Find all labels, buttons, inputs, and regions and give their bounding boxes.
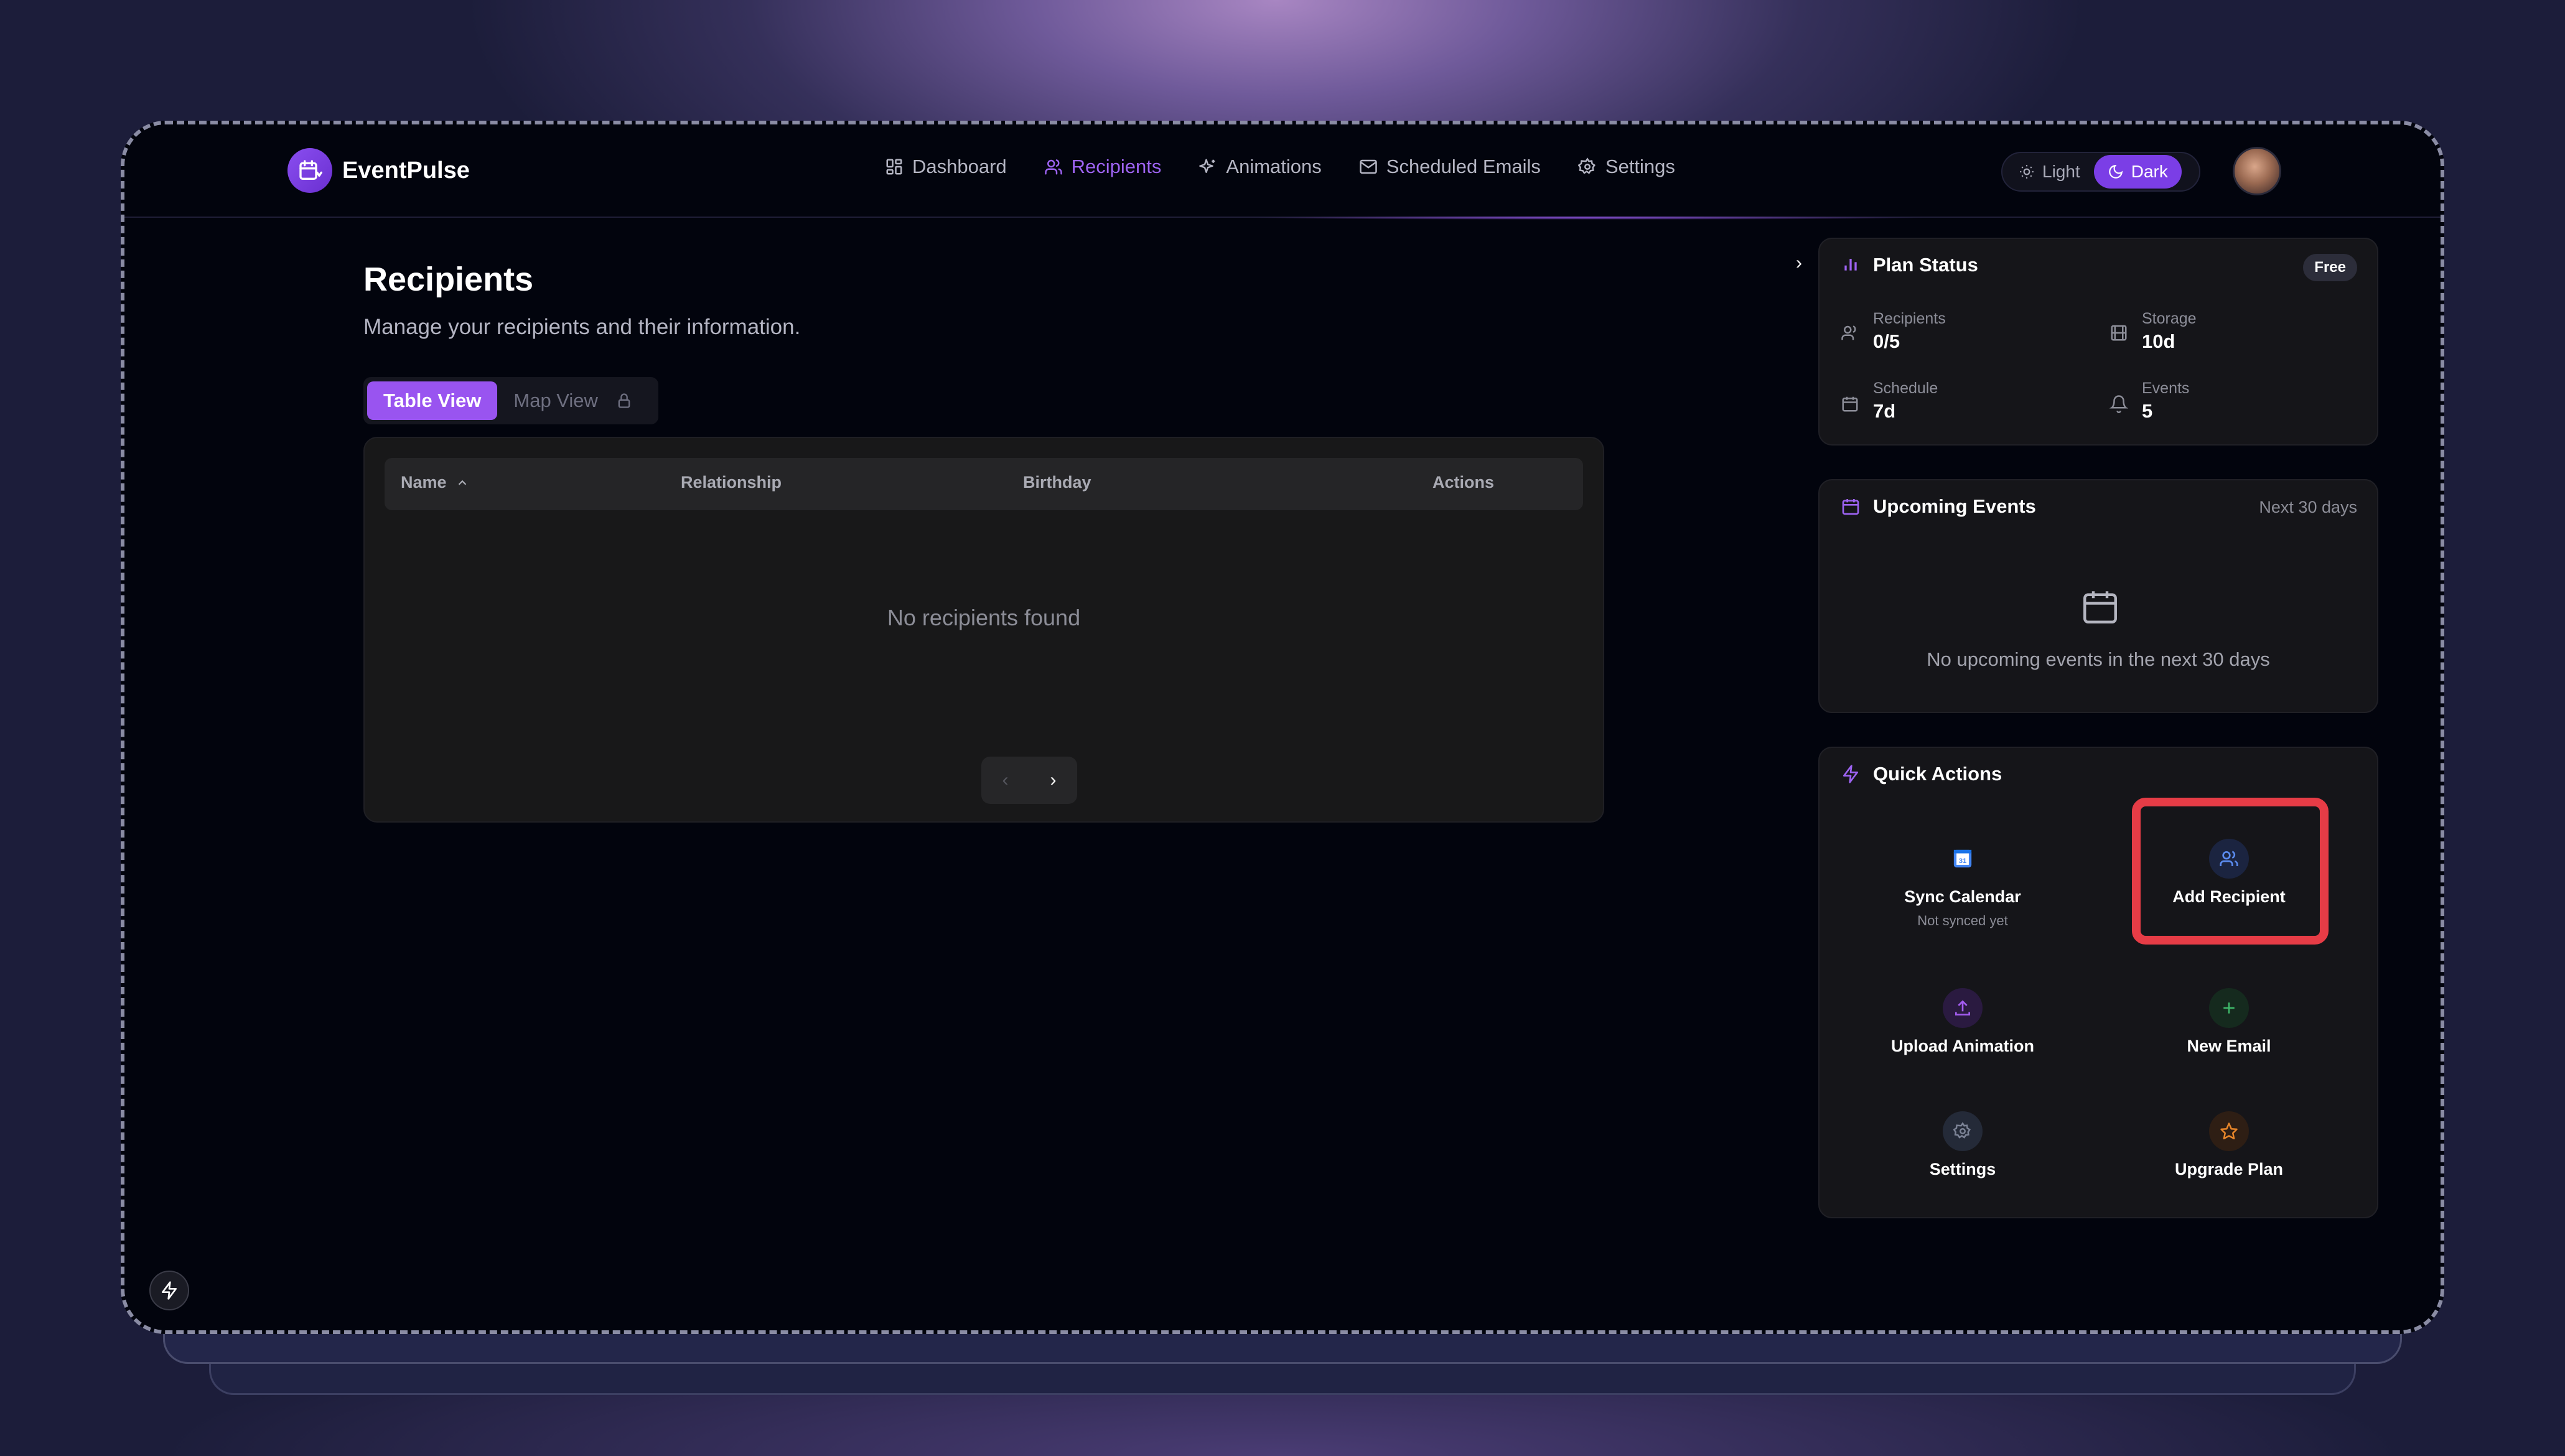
lock-icon — [618, 393, 630, 408]
column-header-actions: Actions — [1432, 473, 1495, 492]
app-logo[interactable]: EventPulse — [287, 148, 470, 193]
calendar-empty-icon — [2083, 591, 2117, 623]
nav-label: Dashboard — [912, 156, 1007, 177]
plan-status-card: Plan Status Free Recipients 0/5 Storage … — [1818, 238, 2378, 446]
users-icon — [1841, 325, 1856, 340]
nav-item-animations[interactable]: Animations — [1198, 156, 1322, 178]
tab-map-view-label: Map View — [513, 390, 598, 411]
nav-item-settings[interactable]: Settings — [1577, 156, 1675, 178]
film-icon — [2111, 325, 2127, 341]
next-page-button[interactable]: › — [1050, 770, 1057, 791]
bell-icon — [2109, 395, 2128, 413]
theme-dark-label: Dark — [2131, 162, 2168, 181]
highlight-box — [2132, 798, 2329, 945]
gear-icon — [1577, 157, 1596, 174]
stat-label: Recipients — [1873, 310, 1946, 327]
table-header: Name Relationship Birthday Actions — [385, 458, 1583, 510]
gear-icon — [1943, 1111, 1983, 1151]
nav-item-scheduled-emails[interactable]: Scheduled Emails — [1359, 156, 1541, 178]
mail-icon — [1360, 159, 1377, 174]
stat-value: 10d — [2142, 330, 2175, 352]
app-name: EventPulse — [342, 157, 470, 184]
moon-icon — [2108, 164, 2123, 179]
quick-actions-title: Quick Actions — [1873, 763, 2002, 785]
header-glow — [1245, 216, 1929, 220]
star-icon — [2209, 1111, 2249, 1151]
stat-recipients: Recipients 0/5 — [1873, 310, 1946, 353]
tab-table-view[interactable]: Table View — [367, 381, 498, 420]
stat-value: 7d — [1873, 400, 1896, 422]
nav-label: Settings — [1605, 156, 1675, 177]
nav-item-dashboard[interactable]: Dashboard — [885, 156, 1007, 178]
plan-status-title: Plan Status — [1873, 254, 1978, 276]
grid-icon — [886, 159, 902, 175]
quick-action-upgrade-plan[interactable]: Upgrade Plan — [2136, 1111, 2322, 1179]
stat-label: Schedule — [1873, 380, 1938, 397]
main-nav: Dashboard Recipients Animations Schedule… — [885, 156, 1675, 178]
column-header-name[interactable]: Name — [401, 473, 469, 492]
upload-icon — [1943, 988, 1983, 1028]
theme-light-button[interactable]: Light — [2005, 155, 2094, 189]
quick-action-new-email[interactable]: New Email — [2136, 988, 2322, 1056]
user-avatar[interactable] — [2233, 147, 2281, 195]
quick-action-label: Settings — [1929, 1160, 1996, 1178]
quick-action-upload-animation[interactable]: Upload Animation — [1869, 988, 2056, 1056]
quick-action-settings[interactable]: Settings — [1869, 1111, 2056, 1179]
stat-events: Events 5 — [2142, 380, 2189, 422]
column-header-birthday[interactable]: Birthday — [1023, 473, 1091, 492]
stat-value: 0/5 — [1873, 330, 1900, 352]
sidebar-collapse-chevron-icon[interactable]: › — [1796, 253, 1802, 274]
app-window: EventPulse Dashboard Recipients Animatio… — [121, 121, 2444, 1334]
google-calendar-icon: 31 — [1943, 839, 1983, 879]
tab-map-view[interactable]: Map View — [497, 381, 649, 420]
calendar-icon — [1842, 499, 1859, 515]
plan-badge: Free — [2303, 254, 2357, 281]
upcoming-events-title: Upcoming Events — [1873, 495, 2036, 517]
quick-action-sync-calendar[interactable]: 31 Sync Calendar Not synced yet — [1869, 839, 2056, 929]
events-empty-message: No upcoming events in the next 30 days — [1927, 648, 2270, 670]
theme-light-label: Light — [2042, 162, 2080, 181]
prev-page-button[interactable]: ‹ — [1002, 770, 1009, 791]
quick-action-sublabel: Not synced yet — [1917, 913, 2008, 928]
view-switcher: Table View Map View — [363, 377, 658, 424]
stat-storage: Storage 10d — [2142, 310, 2197, 353]
calendar-logo-icon — [287, 148, 332, 193]
lightning-icon — [1843, 765, 1858, 783]
lightning-icon[interactable] — [149, 1271, 189, 1310]
nav-label: Animations — [1226, 156, 1322, 177]
nav-label: Recipients — [1071, 156, 1162, 177]
window-shadow-layer — [163, 1332, 2402, 1364]
calendar-icon — [1842, 396, 1858, 412]
stat-label: Events — [2142, 380, 2190, 397]
theme-dark-button[interactable]: Dark — [2093, 155, 2182, 189]
sparkle-icon — [1199, 159, 1215, 173]
plus-icon — [2209, 988, 2249, 1028]
nav-label: Scheduled Emails — [1386, 156, 1541, 177]
quick-action-label: Upgrade Plan — [2174, 1160, 2284, 1178]
svg-text:31: 31 — [1959, 857, 1967, 865]
nav-item-recipients[interactable]: Recipients — [1044, 156, 1162, 178]
page-title: Recipients — [363, 261, 534, 298]
column-header-relationship[interactable]: Relationship — [681, 473, 782, 492]
quick-action-label: New Email — [2187, 1037, 2271, 1055]
column-header-label: Name — [401, 473, 447, 492]
sun-icon — [2020, 165, 2034, 179]
quick-action-label: Upload Animation — [1891, 1037, 2034, 1055]
events-range-label: Next 30 days — [2259, 498, 2357, 516]
theme-toggle: Light Dark — [2001, 152, 2200, 192]
empty-state-message: No recipients found — [887, 605, 1081, 630]
window-shadow-layer — [209, 1363, 2356, 1395]
bar-chart-icon — [1844, 259, 1857, 271]
quick-action-label: Sync Calendar — [1904, 887, 2021, 906]
users-icon — [1044, 159, 1062, 175]
stat-schedule: Schedule 7d — [1873, 380, 1938, 422]
upcoming-events-card: Upcoming Events Next 30 days No upcoming… — [1818, 479, 2378, 713]
top-navbar: EventPulse Dashboard Recipients Animatio… — [124, 124, 2441, 220]
pagination: ‹ › — [981, 757, 1077, 804]
stat-label: Storage — [2142, 310, 2197, 327]
sort-ascending-icon — [458, 480, 466, 485]
recipients-table: Name Relationship Birthday Actions No re… — [363, 437, 1604, 823]
stat-value: 5 — [2142, 400, 2153, 422]
page-subtitle: Manage your recipients and their informa… — [363, 315, 801, 339]
